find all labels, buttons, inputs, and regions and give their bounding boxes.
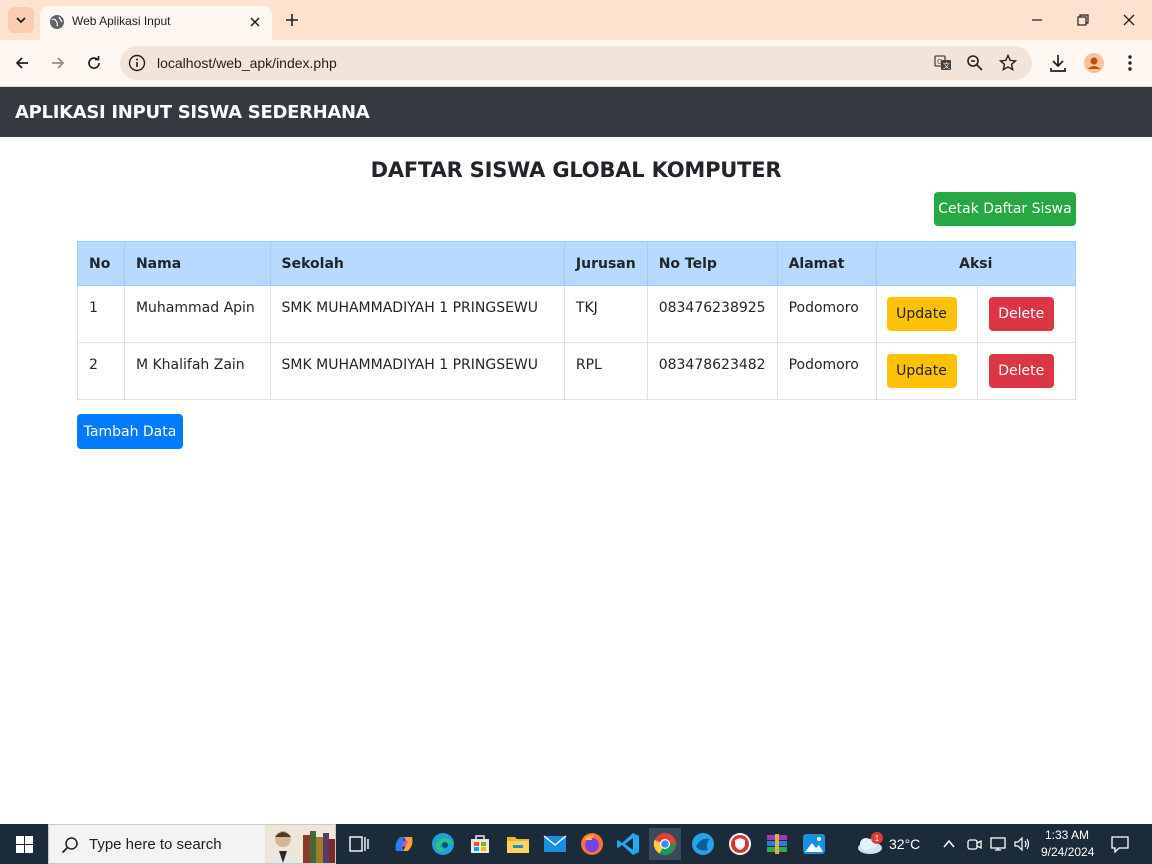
cell-delete-action: Delete (976, 342, 1077, 400)
winrar-icon[interactable] (761, 828, 793, 860)
table-row: 2 M Khalifah Zain SMK MUHAMMADIYAH 1 PRI… (77, 342, 1077, 400)
bookmark-star-icon[interactable] (998, 53, 1018, 73)
browser-tab-strip: Web Aplikasi Input (0, 0, 1152, 40)
chevron-up-icon[interactable] (942, 836, 956, 855)
update-button[interactable]: Update (886, 297, 957, 331)
cell-alamat: Podomoro (776, 342, 877, 400)
column-header-no-telp: No Telp (646, 241, 778, 286)
cell-update-action: Update (875, 342, 978, 400)
cell-sekolah: SMK MUHAMMADIYAH 1 PRINGSEWU (269, 285, 565, 343)
edge-icon[interactable] (427, 828, 459, 860)
waterfox-icon[interactable] (687, 828, 719, 860)
column-header-alamat: Alamat (776, 241, 877, 286)
copilot-icon[interactable] (388, 828, 420, 860)
app-brand[interactable]: APLIKASI INPUT SISWA SEDERHANA (15, 102, 370, 123)
address-bar[interactable]: localhost/web_apk/index.php G文 (120, 46, 1032, 80)
cell-update-action: Update (875, 285, 978, 343)
table-row: 1 Muhammad Apin SMK MUHAMMADIYAH 1 PRING… (77, 285, 1077, 343)
app-navbar: APLIKASI INPUT SISWA SEDERHANA (0, 87, 1152, 137)
page-title: DAFTAR SISWA GLOBAL KOMPUTER (370, 158, 782, 182)
profile-avatar-icon[interactable] (1082, 51, 1106, 75)
taskbar-search[interactable]: Type here to search (48, 824, 336, 864)
volume-icon[interactable] (1013, 836, 1031, 856)
cell-no: 1 (77, 285, 125, 343)
microsoft-store-icon[interactable] (464, 828, 496, 860)
cell-no: 2 (77, 342, 125, 400)
browser-toolbar: localhost/web_apk/index.php G文 (0, 40, 1152, 87)
opera-vpn-icon[interactable] (724, 828, 756, 860)
cell-no-telp: 083476238925 (646, 285, 778, 343)
delete-button[interactable]: Delete (988, 297, 1054, 331)
zoom-icon[interactable] (965, 53, 985, 73)
network-icon[interactable] (990, 836, 1008, 856)
reload-icon[interactable] (81, 50, 107, 76)
svg-text:G: G (937, 58, 942, 66)
column-header-nama: Nama (123, 241, 271, 286)
globe-icon (50, 15, 64, 29)
delete-button[interactable]: Delete (988, 354, 1054, 388)
browser-tab[interactable]: Web Aplikasi Input (40, 6, 272, 40)
table-header-row: No Nama Sekolah Jurusan No Telp Alamat A… (77, 241, 1077, 286)
restore-icon[interactable] (1073, 10, 1093, 30)
clock-date[interactable]: 9/24/2024 (1041, 845, 1094, 859)
student-table: No Nama Sekolah Jurusan No Telp Alamat A… (77, 241, 1077, 400)
mail-icon[interactable] (539, 828, 571, 860)
weather-temperature[interactable]: 32°C (889, 836, 920, 852)
minimize-icon[interactable] (1027, 10, 1047, 30)
windows-logo-icon (15, 835, 33, 853)
firefox-icon[interactable] (576, 828, 608, 860)
weather-badge: 1 (871, 832, 883, 844)
photos-icon[interactable] (798, 828, 830, 860)
column-header-sekolah: Sekolah (269, 241, 565, 286)
clock-time[interactable]: 1:33 AM (1045, 828, 1089, 842)
translate-icon[interactable]: G文 (933, 53, 953, 73)
column-header-no: No (77, 241, 125, 286)
download-icon[interactable] (1046, 51, 1070, 75)
vscode-icon[interactable] (612, 828, 644, 860)
cell-sekolah: SMK MUHAMMADIYAH 1 PRINGSEWU (269, 342, 565, 400)
start-button[interactable] (0, 824, 48, 864)
search-placeholder: Type here to search (89, 836, 222, 853)
column-header-aksi: Aksi (875, 241, 1077, 286)
new-tab-icon[interactable] (282, 10, 302, 30)
cell-nama: Muhammad Apin (123, 285, 271, 343)
back-arrow-icon[interactable] (9, 50, 35, 76)
site-info-icon[interactable] (128, 54, 146, 72)
chrome-icon[interactable] (649, 828, 681, 860)
cell-no-telp: 083478623482 (646, 342, 778, 400)
chevron-down-icon (16, 17, 26, 24)
forward-arrow-icon[interactable] (45, 50, 71, 76)
task-view-icon[interactable] (343, 828, 375, 860)
cell-alamat: Podomoro (776, 285, 877, 343)
close-tab-icon[interactable] (246, 13, 264, 31)
search-icon (61, 837, 78, 854)
tab-search-button[interactable] (8, 7, 34, 33)
meet-now-icon[interactable] (966, 836, 982, 856)
print-list-button[interactable]: Cetak Daftar Siswa (934, 192, 1076, 226)
cell-jurusan: TKJ (563, 285, 648, 343)
cell-nama: M Khalifah Zain (123, 342, 271, 400)
close-window-icon[interactable] (1119, 10, 1139, 30)
url-text[interactable]: localhost/web_apk/index.php (157, 55, 337, 71)
tab-title: Web Aplikasi Input (72, 14, 171, 28)
browser-menu-icon[interactable] (1118, 51, 1142, 75)
notification-center-icon[interactable] (1110, 835, 1130, 857)
update-button[interactable]: Update (886, 354, 957, 388)
cell-jurusan: RPL (563, 342, 648, 400)
add-data-button[interactable]: Tambah Data (77, 414, 183, 449)
svg-text:文: 文 (943, 61, 950, 70)
cell-delete-action: Delete (976, 285, 1077, 343)
column-header-jurusan: Jurusan (563, 241, 648, 286)
file-explorer-icon[interactable] (502, 828, 534, 860)
search-highlight-illustration (265, 825, 335, 863)
windows-taskbar: Type here to search 1 32°C 1:33 AM 9/24/… (0, 824, 1152, 864)
